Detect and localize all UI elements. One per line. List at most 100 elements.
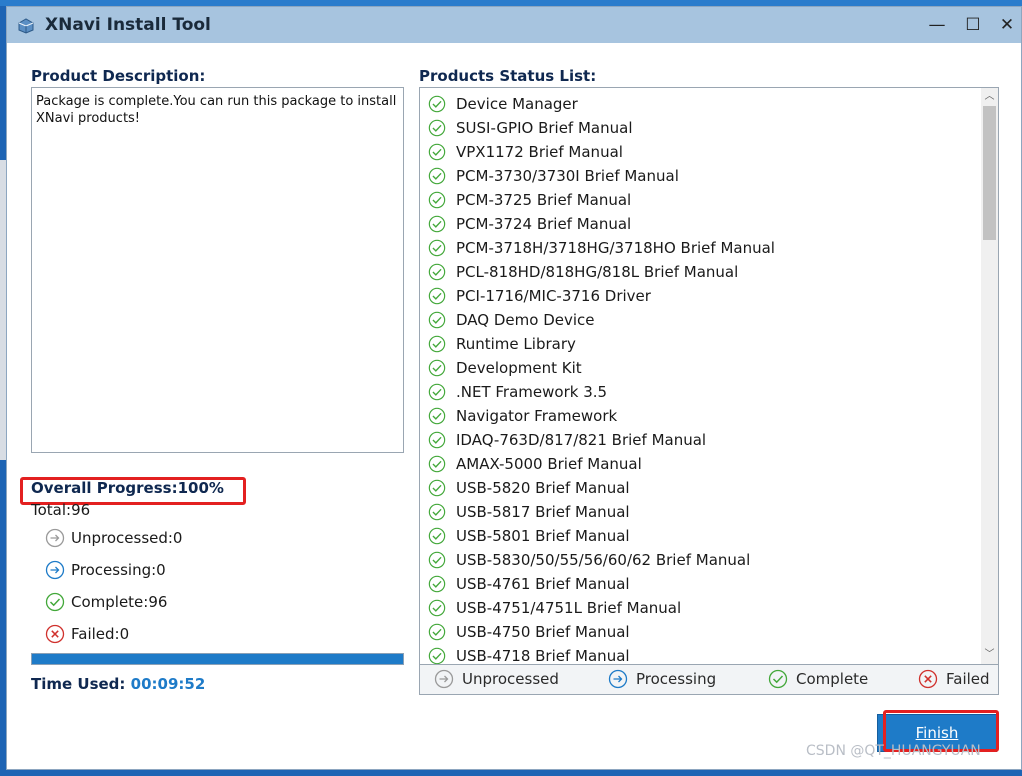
maximize-button[interactable]: ☐ xyxy=(957,10,989,40)
list-item[interactable]: PCM-3724 Brief Manual xyxy=(428,212,631,236)
complete-icon xyxy=(428,119,446,137)
list-scrollbar[interactable]: ︿ ﹀ xyxy=(981,88,998,664)
legend-complete: Complete xyxy=(768,669,868,689)
list-item[interactable]: USB-4750 Brief Manual xyxy=(428,620,630,644)
list-item[interactable]: USB-5830/50/55/56/60/62 Brief Manual xyxy=(428,548,750,572)
legend-processing-label: Processing xyxy=(636,670,717,688)
product-name: USB-5830/50/55/56/60/62 Brief Manual xyxy=(456,551,751,569)
product-name: USB-4761 Brief Manual xyxy=(456,575,630,593)
complete-icon xyxy=(428,143,446,161)
time-used-value: 00:09:52 xyxy=(130,675,206,693)
scroll-down-icon[interactable]: ﹀ xyxy=(981,647,998,663)
list-item[interactable]: Navigator Framework xyxy=(428,404,617,428)
list-item[interactable]: VPX1172 Brief Manual xyxy=(428,140,623,164)
complete-icon xyxy=(428,599,446,617)
complete-icon xyxy=(428,647,446,664)
legend-failed: Failed xyxy=(918,669,990,689)
list-item[interactable]: DAQ Demo Device xyxy=(428,308,595,332)
complete-icon xyxy=(45,592,65,612)
close-button[interactable]: ✕ xyxy=(991,10,1022,40)
list-item[interactable]: Development Kit xyxy=(428,356,582,380)
title-bar[interactable]: XNavi Install Tool — ☐ ✕ xyxy=(7,7,1021,43)
complete-icon xyxy=(428,359,446,377)
product-name: PCM-3725 Brief Manual xyxy=(456,191,632,209)
product-name: USB-5801 Brief Manual xyxy=(456,527,630,545)
products-status-list[interactable]: Device Manager SUSI-GPIO Brief Manual VPX1… xyxy=(419,87,999,665)
list-item[interactable]: Device Manager xyxy=(428,92,578,116)
list-item[interactable]: USB-5801 Brief Manual xyxy=(428,524,630,548)
complete-icon xyxy=(428,191,446,209)
install-tool-window: XNavi Install Tool — ☐ ✕ Product Descrip… xyxy=(6,6,1022,770)
list-item[interactable]: AMAX-5000 Brief Manual xyxy=(428,452,642,476)
complete-icon xyxy=(428,335,446,353)
scroll-up-icon[interactable]: ︿ xyxy=(981,89,998,105)
legend-unprocessed-label: Unprocessed xyxy=(462,670,559,688)
legend-unprocessed: Unprocessed xyxy=(434,669,559,689)
products-status-label: Products Status List: xyxy=(419,67,597,85)
complete-icon xyxy=(428,167,446,185)
list-item[interactable]: PCL-818HD/818HG/818L Brief Manual xyxy=(428,260,738,284)
complete-icon xyxy=(428,623,446,641)
product-description-text: Package is complete.You can run this pac… xyxy=(36,94,397,126)
list-item[interactable]: USB-4751/4751L Brief Manual xyxy=(428,596,681,620)
complete-icon xyxy=(428,263,446,281)
complete-icon xyxy=(428,527,446,545)
complete-icon xyxy=(428,239,446,257)
list-item[interactable]: USB-4761 Brief Manual xyxy=(428,572,630,596)
product-name: USB-4751/4751L Brief Manual xyxy=(456,599,682,617)
list-item[interactable]: SUSI-GPIO Brief Manual xyxy=(428,116,632,140)
product-name: IDAQ-763D/817/821 Brief Manual xyxy=(456,431,707,449)
list-item[interactable]: USB-5820 Brief Manual xyxy=(428,476,630,500)
product-name: PCM-3730/3730I Brief Manual xyxy=(456,167,679,185)
legend-complete-label: Complete xyxy=(796,670,869,688)
list-item[interactable]: PCI-1716/MIC-3716 Driver xyxy=(428,284,651,308)
list-item[interactable]: IDAQ-763D/817/821 Brief Manual xyxy=(428,428,706,452)
complete-icon xyxy=(428,287,446,305)
product-name: PCL-818HD/818HG/818L Brief Manual xyxy=(456,263,739,281)
complete-icon xyxy=(428,311,446,329)
product-name: Device Manager xyxy=(456,95,578,113)
list-item[interactable]: USB-5817 Brief Manual xyxy=(428,500,630,524)
product-name: USB-4750 Brief Manual xyxy=(456,623,630,641)
failed-icon xyxy=(45,624,65,644)
status-legend: Unprocessed Processing Complete Failed xyxy=(419,665,999,695)
list-item[interactable]: PCM-3725 Brief Manual xyxy=(428,188,631,212)
complete-icon xyxy=(428,455,446,473)
product-description-box: Package is complete.You can run this pac… xyxy=(31,87,404,453)
overall-progress-bar xyxy=(31,653,404,665)
list-item[interactable]: PCM-3718H/3718HG/3718HO Brief Manual xyxy=(428,236,775,260)
complete-icon xyxy=(428,383,446,401)
failed-count: Failed:0 xyxy=(71,625,130,643)
processing-icon xyxy=(608,669,628,689)
product-name: PCI-1716/MIC-3716 Driver xyxy=(456,287,651,305)
unprocessed-count: Unprocessed:0 xyxy=(71,529,183,547)
total-count: Total:96 xyxy=(31,501,91,519)
complete-icon xyxy=(428,575,446,593)
complete-icon xyxy=(768,669,788,689)
failed-icon xyxy=(918,669,938,689)
list-item[interactable]: PCM-3730/3730I Brief Manual xyxy=(428,164,679,188)
unprocessed-icon xyxy=(434,669,454,689)
watermark-text: CSDN @QT_HUANGYUAN xyxy=(806,743,981,759)
list-item[interactable]: USB-4718 Brief Manual xyxy=(428,644,630,664)
complete-icon xyxy=(428,551,446,569)
unprocessed-stat: Unprocessed:0 xyxy=(45,527,182,549)
product-name: AMAX-5000 Brief Manual xyxy=(456,455,642,473)
complete-stat: Complete:96 xyxy=(45,591,167,613)
complete-icon xyxy=(428,431,446,449)
app-icon xyxy=(18,18,34,34)
minimize-button[interactable]: — xyxy=(921,10,953,40)
list-item[interactable]: Runtime Library xyxy=(428,332,576,356)
scrollbar-thumb[interactable] xyxy=(983,106,996,240)
product-name: USB-5817 Brief Manual xyxy=(456,503,630,521)
product-name: Runtime Library xyxy=(456,335,576,353)
list-item[interactable]: .NET Framework 3.5 xyxy=(428,380,607,404)
failed-stat: Failed:0 xyxy=(45,623,129,645)
legend-failed-label: Failed xyxy=(946,670,990,688)
complete-icon xyxy=(428,479,446,497)
processing-icon xyxy=(45,560,65,580)
processing-count: Processing:0 xyxy=(71,561,166,579)
progress-bar-fill xyxy=(32,654,403,664)
legend-processing: Processing xyxy=(608,669,716,689)
unprocessed-icon xyxy=(45,528,65,548)
